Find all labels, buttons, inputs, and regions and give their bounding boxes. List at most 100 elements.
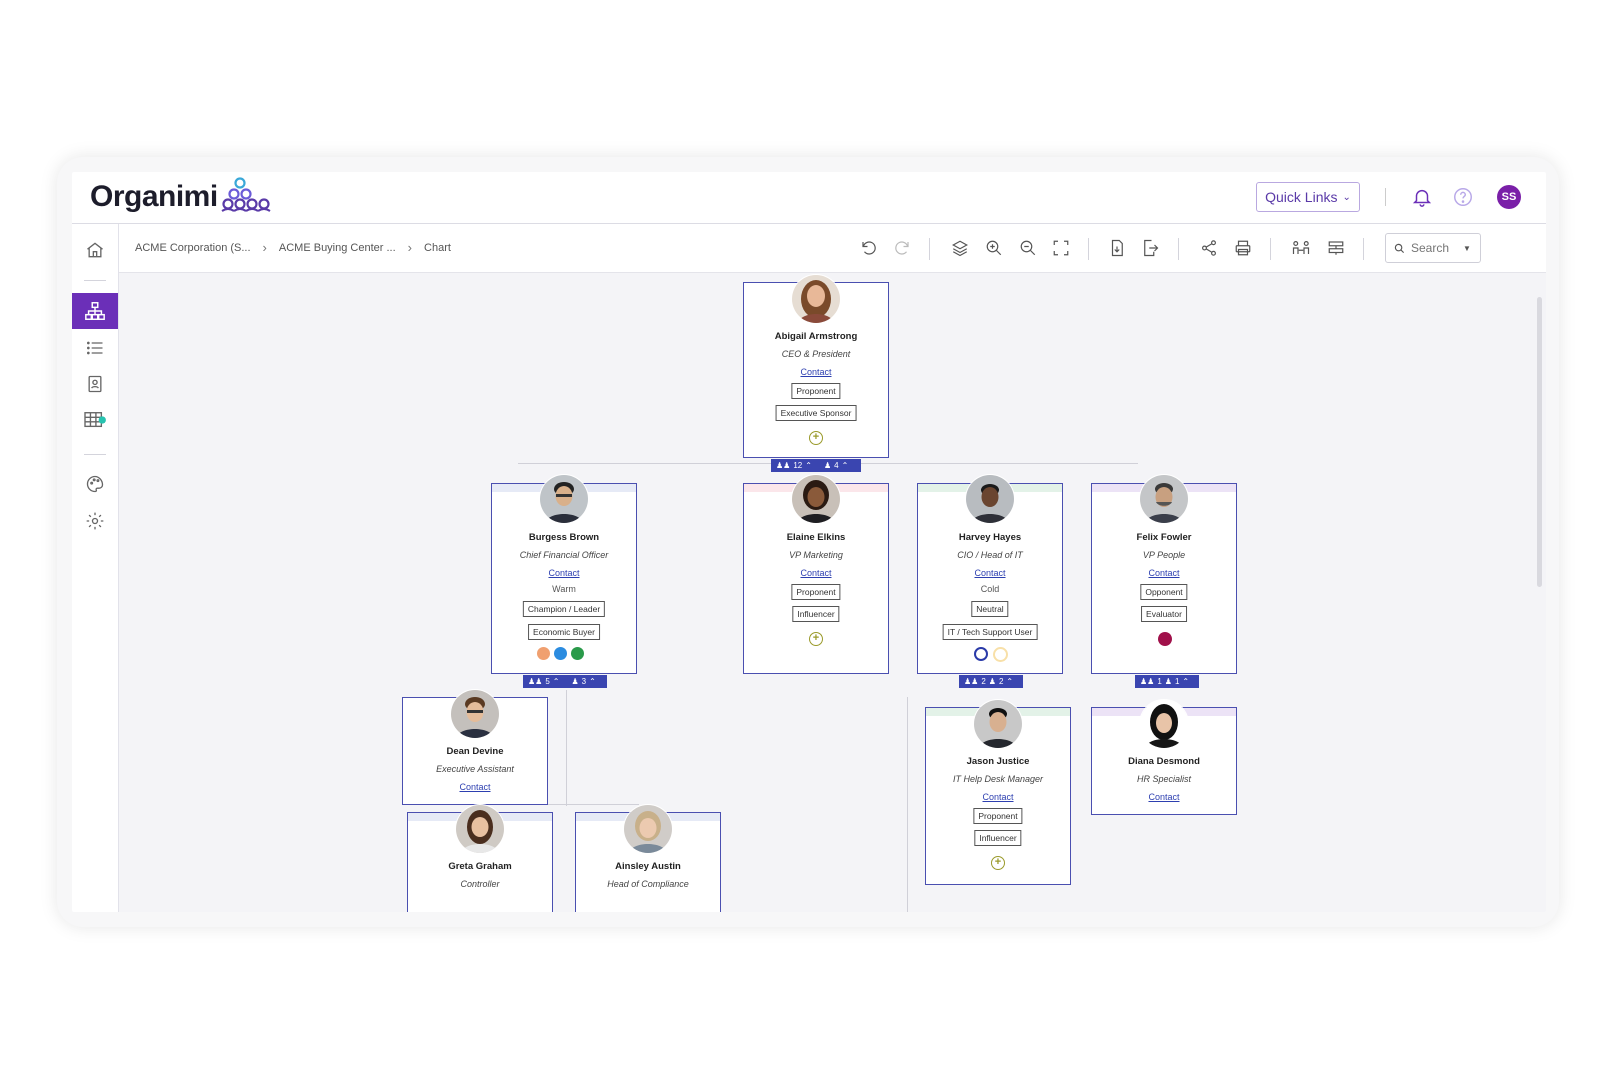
- add-icon[interactable]: +: [991, 856, 1005, 870]
- contact-link[interactable]: Contact: [926, 792, 1070, 802]
- chart-canvas[interactable]: Abigail Armstrong CEO & President Contac…: [119, 273, 1546, 912]
- person-card-dean[interactable]: Dean Devine Executive Assistant Contact: [402, 690, 548, 805]
- person-name: Harvey Hayes: [958, 532, 1022, 543]
- divider: [1270, 238, 1271, 260]
- sidebar-item-table[interactable]: [72, 402, 118, 438]
- person-card-jason[interactable]: Jason Justice IT Help Desk Manager Conta…: [925, 700, 1071, 885]
- person-name: Elaine Elkins: [786, 532, 846, 543]
- vertical-scrollbar[interactable]: [1537, 297, 1542, 587]
- team-count: 1: [1157, 677, 1162, 686]
- sidebar-item-chart[interactable]: [72, 293, 118, 329]
- people-link-button[interactable]: [1289, 236, 1313, 260]
- zoom-in-button[interactable]: [982, 236, 1006, 260]
- person-card-greta[interactable]: Greta Graham Controller: [407, 805, 553, 912]
- person-card-abigail[interactable]: Abigail Armstrong CEO & President Contac…: [743, 275, 889, 458]
- breadcrumb-item-buying-center[interactable]: ACME Buying Center ...: [279, 242, 396, 254]
- tag-pill: Economic Buyer: [528, 624, 600, 640]
- tag-pill: Neutral: [971, 601, 1009, 617]
- breadcrumb-item-chart: Chart: [424, 241, 451, 254]
- team-count-badge[interactable]: ♟♟ 12 ⌃ ♟ 4 ⌃: [771, 459, 861, 472]
- avatar: [1140, 475, 1188, 523]
- undo-button[interactable]: [857, 236, 881, 260]
- team-count-badge[interactable]: ♟♟ 5 ⌃ ♟ 3 ⌃: [523, 675, 607, 688]
- layers-icon: [952, 240, 968, 257]
- zoom-out-icon: [1020, 240, 1036, 256]
- print-button[interactable]: [1231, 236, 1255, 260]
- person-title: Head of Compliance: [607, 879, 689, 889]
- team-count-badge[interactable]: ♟♟ 1 ♟ 1 ⌃: [1135, 675, 1199, 688]
- person-card-burgess[interactable]: Burgess Brown Chief Financial Officer Co…: [491, 475, 637, 674]
- people-link-icon: [1292, 241, 1310, 254]
- key-icon: [571, 647, 584, 660]
- chevron-right-icon: ›: [407, 240, 413, 255]
- quick-links-button[interactable]: Quick Links ⌄: [1256, 182, 1360, 212]
- export-button[interactable]: [1138, 236, 1162, 260]
- sidebar-item-directory[interactable]: [72, 366, 118, 402]
- status-icons: [974, 647, 1008, 662]
- contact-link[interactable]: Contact: [744, 568, 888, 578]
- layout-icon: [1328, 241, 1344, 255]
- sidebar-item-settings[interactable]: [72, 503, 118, 539]
- search-icon: [1394, 243, 1405, 253]
- help-icon[interactable]: [1452, 186, 1474, 208]
- person-card-diana[interactable]: Diana Desmond HR Specialist Contact: [1091, 700, 1237, 815]
- status-icons: [537, 647, 584, 660]
- relationship-status: Warm: [552, 584, 576, 594]
- person-card-ainsley[interactable]: Ainsley Austin Head of Compliance: [575, 805, 721, 912]
- top-bar: Organimi Quick Links ⌄ SS: [72, 172, 1546, 224]
- circle-outline-icon: [974, 647, 988, 661]
- add-icon[interactable]: +: [809, 431, 823, 445]
- direct-count: 2: [998, 677, 1004, 686]
- add-icon[interactable]: +: [809, 632, 823, 646]
- avatar: [974, 700, 1022, 748]
- expand-icon: ⌃: [805, 461, 812, 470]
- team-icon: ♟♟: [776, 461, 791, 470]
- dropdown-caret-icon[interactable]: ▼: [1463, 244, 1471, 253]
- sidebar-item-home[interactable]: [72, 232, 118, 268]
- tag-pill: Influencer: [974, 830, 1022, 846]
- layout-button[interactable]: [1324, 236, 1348, 260]
- contact-link[interactable]: Contact: [918, 568, 1062, 578]
- divider: [1363, 238, 1364, 260]
- avatar: [451, 690, 499, 738]
- person-title: CIO / Head of IT: [957, 550, 1023, 560]
- person-name: Greta Graham: [448, 861, 512, 872]
- person-card-harvey[interactable]: Harvey Hayes CIO / Head of IT Contact Co…: [917, 475, 1063, 674]
- redo-button[interactable]: [890, 236, 914, 260]
- bell-icon[interactable]: [1411, 186, 1433, 208]
- tag-pill: IT / Tech Support User: [942, 624, 1038, 640]
- search-box[interactable]: ▼: [1385, 233, 1481, 263]
- avatar: [456, 805, 504, 853]
- export-pdf-button[interactable]: [1105, 236, 1129, 260]
- team-icon: ♟♟: [528, 677, 543, 686]
- person-card-elaine[interactable]: Elaine Elkins VP Marketing Contact Propo…: [743, 475, 889, 674]
- circle-light-icon: [993, 647, 1008, 662]
- direct-count: 3: [581, 677, 587, 686]
- team-count-badge[interactable]: ♟♟ 2 ♟ 2 ⌃: [959, 675, 1023, 688]
- zoom-out-button[interactable]: [1016, 236, 1040, 260]
- contact-link[interactable]: Contact: [492, 568, 636, 578]
- logo-icon: [221, 177, 271, 212]
- sidebar-item-list[interactable]: [72, 330, 118, 366]
- contact-link[interactable]: Contact: [744, 367, 888, 377]
- breadcrumb-item-organization[interactable]: ACME Corporation (S...: [135, 242, 251, 254]
- quick-links-label: Quick Links: [1265, 189, 1338, 205]
- share-button[interactable]: [1197, 236, 1221, 260]
- zoom-in-icon: [986, 240, 1002, 256]
- layers-button[interactable]: [948, 236, 972, 260]
- person-icon: ♟: [823, 461, 832, 470]
- person-title: HR Specialist: [1136, 774, 1192, 784]
- contact-link[interactable]: Contact: [403, 782, 547, 792]
- contact-link[interactable]: Contact: [1092, 792, 1236, 802]
- team-count: 2: [981, 677, 986, 686]
- directory-icon: [88, 375, 102, 393]
- tag-pill: Influencer: [792, 606, 840, 622]
- person-card-felix[interactable]: Felix Fowler VP People Contact Opponent …: [1091, 475, 1237, 674]
- undo-icon: [862, 241, 876, 255]
- team-count: 5: [545, 677, 550, 686]
- fit-screen-button[interactable]: [1049, 236, 1073, 260]
- sidebar-item-theme[interactable]: [72, 466, 118, 502]
- user-avatar[interactable]: SS: [1497, 185, 1521, 209]
- search-input[interactable]: [1411, 241, 1457, 255]
- contact-link[interactable]: Contact: [1092, 568, 1236, 578]
